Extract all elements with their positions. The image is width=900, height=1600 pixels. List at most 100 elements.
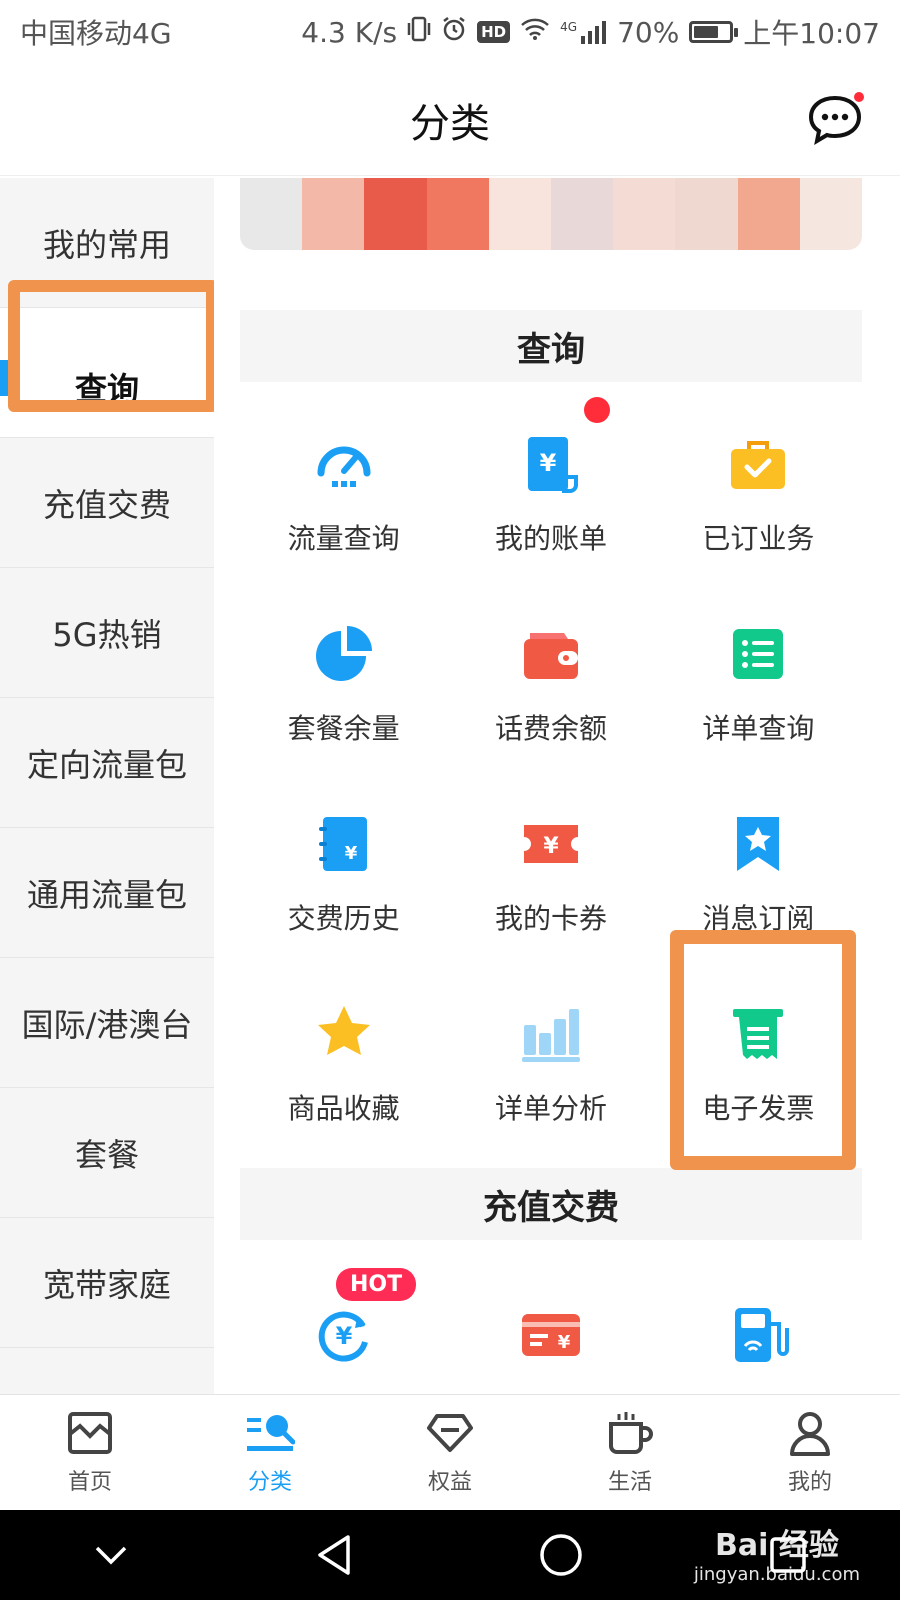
- sidebar-item-label: 定向流量包: [26, 745, 187, 784]
- sidebar-item-label: 5G热销: [52, 615, 162, 654]
- star-icon: [313, 1003, 375, 1065]
- watermark-brand: Bai 经验: [715, 1528, 839, 1563]
- section-header-recharge: 充值交费: [240, 1168, 862, 1240]
- section-title: 充值交费: [483, 1187, 619, 1228]
- fuel-wifi-icon: [727, 1304, 790, 1366]
- grid-item-recharge[interactable]: HOT ¥: [240, 1258, 447, 1394]
- notification-dot: [583, 397, 610, 423]
- sidebar-item-label: 国际/港澳台: [21, 1005, 193, 1044]
- carrier-label: 中国移动4G: [20, 17, 172, 50]
- svg-text:¥: ¥: [558, 1332, 571, 1353]
- grid-item-product-favorites[interactable]: 商品收藏: [240, 970, 447, 1160]
- wifi-icon: [520, 17, 550, 48]
- grid-item-label: 详单分析: [494, 1092, 607, 1125]
- svg-text:¥: ¥: [543, 834, 559, 859]
- tab-label: 生活: [607, 1469, 652, 1495]
- sidebar-item-plans[interactable]: 套餐: [0, 1088, 214, 1218]
- grid-item-label: 套餐余量: [287, 712, 400, 745]
- recharge-grid: HOT ¥ ¥: [240, 1258, 862, 1394]
- sidebar-item-international[interactable]: 国际/港澳台: [0, 958, 214, 1088]
- grid-item-my-bill[interactable]: ¥ 我的账单: [447, 397, 654, 590]
- grid-item-my-coupons[interactable]: ¥ 我的卡券: [447, 780, 654, 970]
- sidebar-item-general-data[interactable]: 通用流量包: [0, 828, 214, 958]
- list-icon: [727, 623, 789, 685]
- sidebar-item-recharge[interactable]: 充值交费: [0, 438, 214, 568]
- grid-item-phone-balance[interactable]: 话费余额: [447, 590, 654, 780]
- tab-label: 首页: [67, 1469, 112, 1495]
- category-sidebar: 我的常用 查询 充值交费 5G热销 定向流量包 通用流量包 国际/港澳台 套餐 …: [0, 178, 214, 1394]
- card-yen-icon: ¥: [520, 1304, 582, 1366]
- signal-icon: 4G: [560, 20, 607, 44]
- query-grid: 流量查询 ¥ 我的账单 已订业务 套餐余量 话费余额 详单查询 ¥ 交费历史 ¥…: [240, 397, 862, 1160]
- battery-icon: [689, 21, 739, 43]
- network-type: 4G: [560, 20, 578, 34]
- back-icon[interactable]: [312, 1531, 356, 1579]
- user-icon: [790, 1411, 830, 1456]
- sidebar-item-broadband[interactable]: 宽带家庭: [0, 1218, 214, 1348]
- watermark: Bai 经验 jingyan.baidu.com: [694, 1520, 860, 1585]
- speedometer-icon: [313, 433, 375, 495]
- grid-item-label: 流量查询: [287, 522, 400, 555]
- tab-label: 分类: [247, 1469, 292, 1495]
- alarm-icon: [441, 16, 467, 49]
- bill-icon: ¥: [520, 397, 610, 495]
- tab-label: 权益: [427, 1469, 472, 1495]
- status-indicators: 4.3 K/s HD 4G 70% 上午10:07: [301, 12, 880, 52]
- grid-item-data-usage[interactable]: 流量查询: [240, 400, 447, 590]
- grid-item-label: 我的账单: [494, 522, 607, 555]
- svg-text:¥: ¥: [344, 843, 357, 864]
- grid-item-plan-balance[interactable]: 套餐余量: [240, 590, 447, 780]
- sidebar-item-label: 套餐: [74, 1135, 139, 1174]
- grid-item-subscribed-services[interactable]: 已订业务: [655, 400, 862, 590]
- sidebar-item-query[interactable]: 查询: [0, 308, 214, 438]
- watermark-url: jingyan.baidu.com: [693, 1564, 860, 1585]
- battery-level: [694, 26, 719, 38]
- bookmark-star-icon: [727, 813, 789, 875]
- active-indicator: [0, 360, 8, 396]
- grid-item-label: 详单查询: [702, 712, 815, 745]
- tab-label: 我的: [787, 1469, 832, 1495]
- recharge-yen-icon: ¥: [313, 1304, 375, 1366]
- svg-text:¥: ¥: [540, 449, 557, 477]
- sidebar-item-label: 我的常用: [42, 225, 171, 264]
- sidebar-item-targeted-data[interactable]: 定向流量包: [0, 698, 214, 828]
- grid-item-label: 话费余额: [494, 712, 607, 745]
- tab-home[interactable]: 首页: [0, 1395, 180, 1510]
- section-header-query: 查询: [240, 310, 862, 382]
- clock: 上午10:07: [743, 17, 880, 50]
- sidebar-item-favorites[interactable]: 我的常用: [0, 178, 214, 308]
- section-title: 查询: [517, 329, 585, 370]
- tab-benefits[interactable]: 权益: [360, 1395, 540, 1510]
- page-title: 分类: [410, 100, 490, 147]
- home-circle-icon[interactable]: [537, 1531, 585, 1579]
- grid-item-label: 电子发票: [702, 1092, 815, 1125]
- grid-item-data-refuel[interactable]: [655, 1258, 862, 1394]
- grid-item-detail-analysis[interactable]: 详单分析: [447, 970, 654, 1160]
- coupon-icon: ¥: [520, 813, 582, 875]
- pie-chart-icon: [313, 623, 375, 685]
- svg-text:¥: ¥: [335, 1322, 352, 1350]
- tab-mine[interactable]: 我的: [720, 1395, 900, 1510]
- sidebar-item-label: 查询: [74, 369, 139, 408]
- message-button[interactable]: [806, 90, 866, 148]
- grid-item-e-invoice[interactable]: 电子发票: [655, 970, 862, 1160]
- promo-banner[interactable]: [240, 178, 862, 250]
- grid-item-message-subscription[interactable]: 消息订阅: [655, 780, 862, 970]
- sidebar-item-label: 通用流量包: [26, 875, 187, 914]
- sidebar-item-5g[interactable]: 5G热销: [0, 568, 214, 698]
- hot-badge: HOT: [336, 1268, 417, 1301]
- battery-percent: 70%: [617, 15, 680, 49]
- tab-life[interactable]: 生活: [540, 1395, 720, 1510]
- bottom-tab-bar: 首页 分类 权益 生活 我的: [0, 1394, 900, 1510]
- tab-category[interactable]: 分类: [180, 1395, 360, 1510]
- grid-item-label: 我的卡券: [494, 902, 607, 935]
- sidebar-item-label: 宽带家庭: [42, 1265, 171, 1304]
- category-icon: [247, 1414, 295, 1451]
- grid-item-detail-query[interactable]: 详单查询: [655, 590, 862, 780]
- grid-item-payment-history[interactable]: ¥ 交费历史: [240, 780, 447, 970]
- category-content: 查询 流量查询 ¥ 我的账单 已订业务 套餐余量 话费余额 详单查询 ¥ 交费历…: [214, 178, 900, 1394]
- chevron-down-icon[interactable]: [91, 1540, 131, 1570]
- system-navigation-bar: Bai 经验 jingyan.baidu.com: [0, 1510, 900, 1600]
- notebook-icon: ¥: [313, 813, 375, 875]
- grid-item-card-payment[interactable]: ¥: [447, 1258, 654, 1394]
